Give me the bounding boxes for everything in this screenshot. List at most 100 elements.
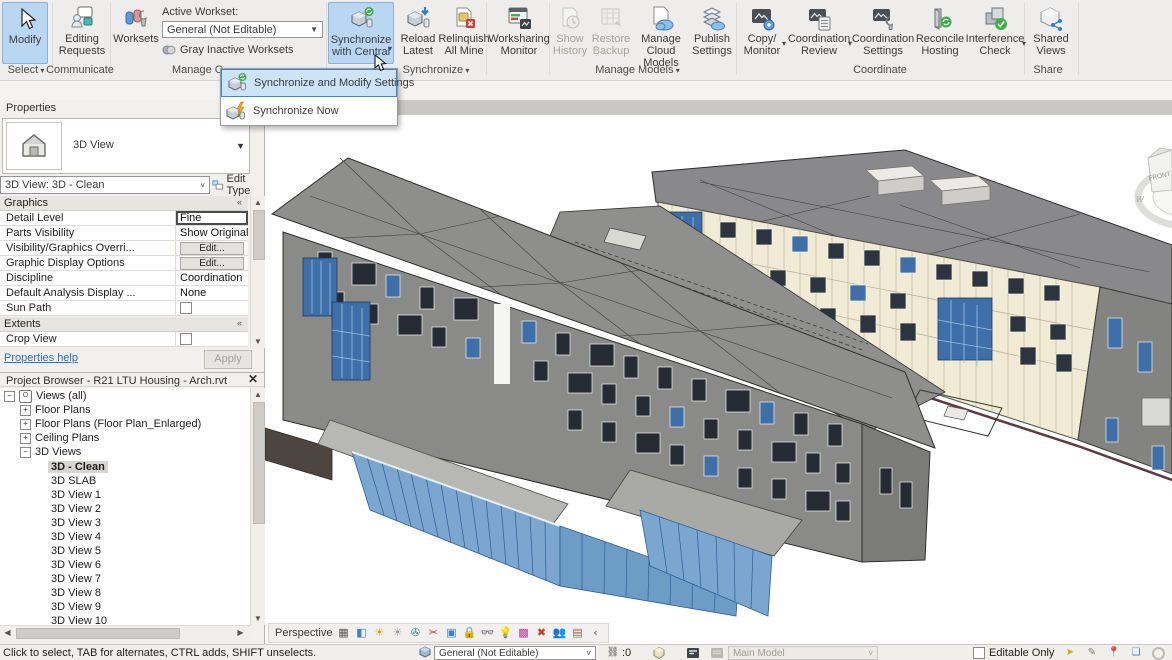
- properties-help-link[interactable]: Properties help: [4, 352, 78, 364]
- coordination-settings-button[interactable]: Coordination Settings: [852, 2, 914, 64]
- chevron-down-icon[interactable]: ▼: [236, 141, 245, 151]
- worksharing-display-icon[interactable]: 👥: [552, 626, 566, 640]
- scrollbar-thumb[interactable]: [16, 628, 180, 639]
- collapse-expander-icon[interactable]: −: [4, 391, 15, 402]
- scroll-left-icon[interactable]: ◀: [1, 626, 14, 639]
- tree-item-3d-view-7[interactable]: 3D View 7: [51, 572, 101, 586]
- shadows-icon[interactable]: ☀: [390, 626, 404, 640]
- temporary-hide-isolate-icon[interactable]: 👓: [480, 626, 494, 640]
- property-row-visibility-graphics[interactable]: Visibility/Graphics Overri... Edit...: [0, 241, 248, 256]
- project-browser-title[interactable]: Project Browser - R21 LTU Housing - Arch…: [0, 372, 264, 387]
- worksets-button[interactable]: Worksets: [112, 2, 160, 64]
- tree-item-3d-clean[interactable]: 3D - Clean: [48, 460, 108, 474]
- browser-horizontal-scrollbar[interactable]: ◀ ▶: [0, 625, 250, 640]
- panel-label-synchronize[interactable]: Synchronize: [386, 64, 486, 77]
- collapse-section-icon[interactable]: «: [237, 197, 242, 207]
- edit-graphic-display-button[interactable]: Edit...: [180, 257, 244, 270]
- gray-inactive-worksets-toggle[interactable]: Gray Inactive Worksets: [162, 43, 294, 57]
- select-underlay-filter-icon[interactable]: ❏: [1129, 646, 1143, 660]
- analysis-display-icon[interactable]: ▤: [570, 626, 584, 640]
- crop-view-icon[interactable]: ✂: [426, 626, 440, 640]
- worksharing-monitor-button[interactable]: Worksharing Monitor: [490, 2, 548, 64]
- lock-3d-view-icon[interactable]: 🔒: [462, 626, 476, 640]
- copy-monitor-button[interactable]: Copy/ Monitor ▾: [740, 2, 784, 64]
- view-scale-icon[interactable]: ▦: [336, 626, 350, 640]
- expand-expander-icon[interactable]: +: [20, 433, 31, 444]
- editing-requests-button[interactable]: Editing Requests: [56, 2, 108, 64]
- modify-button[interactable]: Modify: [2, 2, 48, 64]
- design-options-icon[interactable]: [652, 646, 666, 660]
- collapse-bar-icon[interactable]: ‹: [588, 626, 602, 640]
- edit-visibility-graphics-button[interactable]: Edit...: [180, 242, 244, 255]
- displacement-icon[interactable]: ✖: [534, 626, 548, 640]
- sun-path-checkbox[interactable]: [180, 302, 192, 314]
- property-row-crop-view[interactable]: Crop View: [0, 332, 248, 347]
- tree-item-3d-view-2[interactable]: 3D View 2: [51, 502, 101, 516]
- view-type-label[interactable]: Perspective: [275, 627, 332, 639]
- menu-item-synchronize-now[interactable]: Synchronize Now: [221, 97, 397, 125]
- tree-item-views-all[interactable]: − O Views (all): [4, 389, 87, 403]
- property-row-sun-path[interactable]: Sun Path: [0, 301, 248, 316]
- property-row-default-analysis-display[interactable]: Default Analysis Display ... None: [0, 286, 248, 301]
- menu-item-synchronize-and-modify-settings[interactable]: Synchronize and Modify Settings: [221, 69, 397, 97]
- scrollbar-thumb[interactable]: [253, 210, 265, 260]
- publish-settings-button[interactable]: Publish Settings: [690, 2, 734, 64]
- expand-expander-icon[interactable]: +: [20, 419, 31, 430]
- editable-only-checkbox[interactable]: [973, 647, 985, 659]
- reveal-hidden-elements-icon[interactable]: 💡: [498, 626, 512, 640]
- tree-item-3d-view-8[interactable]: 3D View 8: [51, 586, 101, 600]
- tree-item-3d-view-9[interactable]: 3D View 9: [51, 600, 101, 614]
- property-row-detail-level[interactable]: Detail Level Fine: [0, 211, 248, 226]
- relinquish-all-mine-button[interactable]: Relinquish All Mine: [440, 2, 488, 64]
- tree-item-3d-view-3[interactable]: 3D View 3: [51, 516, 101, 530]
- active-workset-dropdown[interactable]: General (Not Editable) ▼: [162, 21, 323, 38]
- render-dialog-icon[interactable]: ✇: [408, 626, 422, 640]
- edit-type-button[interactable]: Edit Type: [212, 176, 264, 194]
- temporary-view-properties-icon[interactable]: ▩: [516, 626, 530, 640]
- panel-label-manage-models[interactable]: Manage Models: [585, 64, 690, 77]
- section-graphics[interactable]: Graphics«: [0, 196, 248, 211]
- editing-requests-status-icon[interactable]: ⛓: [606, 646, 620, 660]
- drawing-area[interactable]: FRONT W: [265, 115, 1172, 644]
- property-row-discipline[interactable]: Discipline Coordination: [0, 271, 248, 286]
- property-row-graphic-display-options[interactable]: Graphic Display Options Edit...: [0, 256, 248, 271]
- section-extents[interactable]: Extents«: [0, 317, 248, 332]
- tree-item-3d-view-4[interactable]: 3D View 4: [51, 530, 101, 544]
- tree-item-3d-view-6[interactable]: 3D View 6: [51, 558, 101, 572]
- scroll-down-icon[interactable]: ▼: [251, 612, 265, 625]
- scroll-up-icon[interactable]: ▲: [251, 196, 265, 209]
- select-links-filter-icon[interactable]: ✎: [1085, 646, 1099, 660]
- view-cube[interactable]: FRONT W: [1136, 148, 1172, 227]
- select-elements-filter-icon[interactable]: ➤: [1063, 646, 1077, 660]
- tree-item-3d-view-10[interactable]: 3D View 10: [51, 614, 107, 625]
- tree-item-3d-view-1[interactable]: 3D View 1: [51, 488, 101, 502]
- scroll-down-icon[interactable]: ▼: [251, 335, 265, 348]
- select-pinned-filter-icon[interactable]: 📍: [1107, 646, 1121, 660]
- 3d-model-canvas[interactable]: FRONT W: [265, 115, 1172, 644]
- close-icon[interactable]: ✕: [248, 373, 258, 385]
- interference-check-button[interactable]: Interference Check ▾: [966, 2, 1024, 64]
- scroll-right-icon[interactable]: ▶: [234, 626, 247, 639]
- tree-item-ceiling-plans[interactable]: + Ceiling Plans: [20, 431, 99, 445]
- coordination-review-button[interactable]: Coordination Review ▾: [788, 2, 850, 64]
- apply-button[interactable]: Apply: [204, 350, 252, 369]
- selection-filter-ring-icon[interactable]: [1152, 647, 1165, 660]
- manage-cloud-models-button[interactable]: Manage Cloud Models: [634, 2, 688, 64]
- editable-only-control[interactable]: Editable Only: [973, 647, 1054, 659]
- shared-views-button[interactable]: Shared Views: [1030, 2, 1072, 64]
- expand-expander-icon[interactable]: +: [20, 405, 31, 416]
- view-instance-dropdown[interactable]: 3D View: 3D - Clean ˅: [0, 176, 210, 194]
- active-only-filter-icon[interactable]: [686, 646, 700, 660]
- scroll-up-icon[interactable]: ▲: [251, 388, 265, 401]
- visual-style-icon[interactable]: ◧: [354, 626, 368, 640]
- status-workset-dropdown[interactable]: General (Not Editable) ˅: [434, 646, 596, 660]
- reload-latest-button[interactable]: Reload Latest: [398, 2, 438, 64]
- tree-item-floor-plans-enlarged[interactable]: + Floor Plans (Floor Plan_Enlarged): [20, 417, 201, 431]
- property-row-parts-visibility[interactable]: Parts Visibility Show Original: [0, 226, 248, 241]
- reconcile-hosting-button[interactable]: Reconcile Hosting: [916, 2, 964, 64]
- browser-scrollbar[interactable]: ▲ ▼: [250, 388, 265, 625]
- tree-item-3d-view-5[interactable]: 3D View 5: [51, 544, 101, 558]
- compass-west-label[interactable]: W: [1136, 195, 1145, 204]
- type-selector[interactable]: 3D View ▼: [2, 118, 250, 174]
- tree-item-3d-views[interactable]: − 3D Views: [20, 445, 81, 459]
